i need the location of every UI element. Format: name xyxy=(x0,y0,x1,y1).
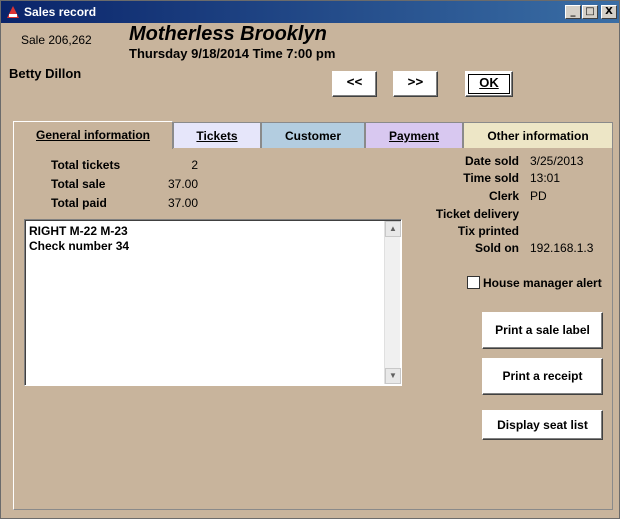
sold-on-label: Sold on xyxy=(475,241,519,255)
date-sold-label: Date sold xyxy=(464,154,519,168)
sale-number: Sale 206,262 xyxy=(21,33,92,47)
total-tickets-value: 2 xyxy=(191,158,198,172)
print-receipt-button[interactable]: Print a receipt xyxy=(482,358,603,395)
time-sold-value: 13:01 xyxy=(530,171,561,185)
sold-on-value: 192.168.1.3 xyxy=(530,241,594,255)
window-title: Sales record xyxy=(24,5,97,19)
tab-label: Tickets xyxy=(196,129,238,143)
close-button[interactable]: X xyxy=(601,5,617,19)
clerk-label: Clerk xyxy=(488,189,519,203)
total-sale-label: Total sale xyxy=(51,177,106,191)
house-manager-alert-label[interactable]: House manager alert xyxy=(483,276,602,290)
tab-payment[interactable]: Payment xyxy=(365,122,463,148)
time-sold-label: Time sold xyxy=(463,171,519,185)
tab-customer[interactable]: Customer xyxy=(261,122,365,148)
clerk-value: PD xyxy=(530,189,547,203)
total-paid-label: Total paid xyxy=(51,196,107,210)
total-paid-value: 37.00 xyxy=(167,196,198,210)
tab-other-information[interactable]: Other information xyxy=(463,122,613,148)
tab-label: General information xyxy=(35,128,151,142)
display-seat-list-button[interactable]: Display seat list xyxy=(482,410,603,440)
date-sold-value: 3/25/2013 xyxy=(530,154,584,168)
customer-name: Betty Dillon xyxy=(9,66,82,81)
tab-label: Payment xyxy=(388,129,440,143)
sales-record-window: Sales record _ □ X Sale 206,262 Motherle… xyxy=(0,0,620,519)
notes-scrollbar[interactable]: ▲ ▼ xyxy=(384,221,401,384)
scroll-up-icon[interactable]: ▲ xyxy=(385,221,401,237)
minimize-button[interactable]: _ xyxy=(565,5,581,19)
tix-printed-label: Tix printed xyxy=(457,224,519,238)
app-icon xyxy=(6,5,20,19)
notes-text: RIGHT M-22 M-23 Check number 34 xyxy=(29,224,130,253)
tab-general-information[interactable]: General information xyxy=(13,121,173,149)
notes-textarea[interactable]: RIGHT M-22 M-23 Check number 34 ▲ ▼ xyxy=(24,219,402,386)
tab-tickets[interactable]: Tickets xyxy=(173,122,261,148)
ticket-delivery-label: Ticket delivery xyxy=(435,207,519,221)
previous-record-button[interactable]: << xyxy=(332,71,377,97)
title-bar[interactable]: Sales record _ □ X xyxy=(1,1,619,23)
scroll-down-icon[interactable]: ▼ xyxy=(385,368,401,384)
event-title: Motherless Brooklyn xyxy=(129,23,327,45)
ok-label: OK xyxy=(479,75,499,90)
ok-button[interactable]: OK xyxy=(465,71,513,97)
print-sale-label-button[interactable]: Print a sale label xyxy=(482,312,603,349)
total-tickets-label: Total tickets xyxy=(51,158,121,172)
maximize-button[interactable]: □ xyxy=(582,5,598,19)
next-record-button[interactable]: >> xyxy=(393,71,438,97)
event-datetime: Thursday 9/18/2014 Time 7:00 pm xyxy=(129,46,336,61)
house-manager-alert-checkbox[interactable] xyxy=(467,276,480,289)
total-sale-value: 37.00 xyxy=(167,177,198,191)
